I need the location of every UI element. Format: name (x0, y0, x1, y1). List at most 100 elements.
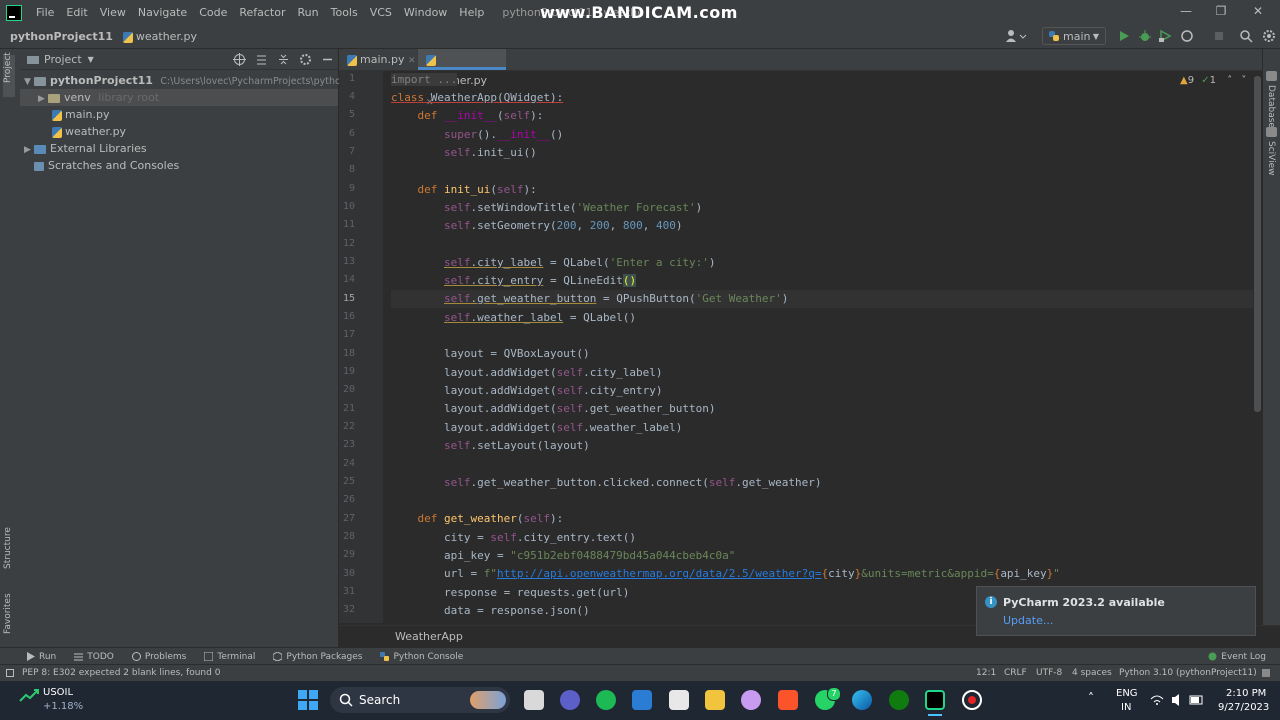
menu-vcs[interactable]: VCS (364, 6, 398, 19)
menu-view[interactable]: View (94, 6, 132, 19)
input-language[interactable]: ENG (1116, 688, 1138, 699)
windows-start-icon[interactable] (298, 690, 318, 710)
run-tool-button[interactable]: Run (26, 652, 56, 662)
event-log-tool-button[interactable]: Event Log (1208, 652, 1266, 662)
problems-tool-button[interactable]: Problems (131, 652, 186, 662)
settings-gear-icon[interactable] (1262, 29, 1276, 43)
xbox-icon[interactable] (889, 690, 909, 710)
bandicam-record-icon[interactable] (962, 690, 982, 710)
update-link[interactable]: Update... (1003, 614, 1053, 627)
menu-refactor[interactable]: Refactor (233, 6, 291, 19)
stock-ticker[interactable]: USOIL (43, 687, 73, 698)
structure-tool-label[interactable]: Structure (3, 527, 13, 569)
tree-item-scratches[interactable]: Scratches and Consoles (20, 157, 338, 174)
debug-icon[interactable] (1138, 29, 1152, 43)
caret-position[interactable]: 12:1 (976, 665, 996, 681)
tree-item-venv[interactable]: ▶ venv library root (20, 89, 338, 106)
menu-run[interactable]: Run (292, 6, 325, 19)
line-number-gutter: 1 4 5 6 7 8 9 10 11 12 13 14 15 16 17 18… (339, 71, 383, 623)
locate-icon[interactable] (233, 52, 246, 66)
line-number: 19 (342, 366, 355, 377)
hide-panel-icon[interactable] (321, 53, 334, 66)
menu-navigate[interactable]: Navigate (132, 6, 193, 19)
tree-item-main-py[interactable]: main.py (20, 106, 338, 123)
chevron-down-icon[interactable]: ˅ (1241, 75, 1246, 86)
minimize-button[interactable]: — (1176, 4, 1196, 20)
tree-item-project-root[interactable]: ▼ pythonProject11 C:\Users\lovec\PycharmP… (20, 72, 376, 89)
breadcrumb-class[interactable]: WeatherApp (395, 630, 463, 643)
clock-time[interactable]: 2:10 PM (1226, 688, 1266, 699)
terminal-tool-button[interactable]: Terminal (204, 652, 255, 662)
stock-chart-icon[interactable] (18, 687, 42, 705)
tool-label: Run (39, 651, 57, 662)
breadcrumb-file[interactable]: weather.py (117, 30, 197, 43)
editor-scrollbar[interactable] (1254, 76, 1261, 412)
python-console-tool-button[interactable]: Python Console (380, 652, 463, 662)
tab-weather-py[interactable]: weather.py ✕ (418, 49, 506, 108)
menu-window[interactable]: Window (398, 6, 453, 19)
code-line: class WeatherApp(QWidget): (391, 91, 564, 104)
folded-imports[interactable]: import ... (391, 73, 458, 86)
todo-icon (74, 653, 84, 661)
sciview-tool-label[interactable]: SciView (1266, 141, 1276, 176)
breadcrumb-file-label: weather.py (135, 30, 197, 43)
project-tool-label[interactable]: Project (3, 52, 13, 83)
chevron-down-icon[interactable]: ▼ (88, 55, 94, 64)
teams-chat-icon[interactable] (560, 690, 580, 710)
code-line: self.city_entry = QLineEdit() (443, 274, 637, 287)
indent-setting[interactable]: 4 spaces (1072, 665, 1112, 681)
code-line: self.setGeometry(200, 200, 800, 400) (443, 219, 683, 232)
line-separator[interactable]: CRLF (1004, 665, 1027, 681)
menu-tools[interactable]: Tools (325, 6, 364, 19)
branch-selector[interactable]: main ▼ (1042, 27, 1106, 45)
brave-browser-icon[interactable] (778, 690, 798, 710)
chevron-up-icon[interactable]: ˄ (1227, 75, 1232, 86)
favorites-tool-label[interactable]: Favorites (3, 593, 13, 634)
expand-all-icon[interactable] (255, 53, 268, 66)
spotify-icon[interactable] (596, 690, 616, 710)
close-button[interactable]: ✕ (1248, 4, 1268, 20)
stop-icon[interactable] (1212, 29, 1226, 43)
mail-icon[interactable] (632, 690, 652, 710)
pycharm-taskbar-icon[interactable] (925, 690, 945, 710)
menu-code[interactable]: Code (193, 6, 233, 19)
project-view-selector[interactable]: Project (44, 53, 82, 66)
edge-browser-icon[interactable] (852, 690, 872, 710)
run-icon[interactable] (1117, 29, 1131, 43)
collapse-all-icon[interactable] (277, 53, 290, 66)
gear-icon[interactable] (299, 53, 312, 66)
code-line: def init_ui(self): (417, 183, 537, 196)
tree-item-external-libraries[interactable]: ▶ External Libraries (20, 140, 338, 157)
menu-file[interactable]: File (30, 6, 60, 19)
code-editor[interactable]: import ... class WeatherApp(QWidget): de… (391, 71, 1251, 623)
menu-help[interactable]: Help (453, 6, 490, 19)
app-icon[interactable] (741, 690, 761, 710)
microsoft-store-icon[interactable] (669, 690, 689, 710)
event-log-icon (1208, 652, 1217, 661)
chevron-down-icon: ▼ (1092, 32, 1099, 41)
python-packages-tool-button[interactable]: Python Packages (273, 652, 362, 662)
python-interpreter[interactable]: Python 3.10 (pythonProject11) (1119, 665, 1257, 681)
file-encoding[interactable]: UTF-8 (1036, 665, 1062, 681)
todo-tool-button[interactable]: TODO (74, 652, 114, 662)
user-icon[interactable] (1005, 29, 1027, 43)
line-number: 16 (342, 311, 355, 322)
lock-icon[interactable] (1262, 669, 1270, 677)
chevron-up-icon[interactable]: ˄ (1088, 691, 1094, 705)
file-explorer-icon[interactable] (705, 690, 725, 710)
line-number: 28 (342, 531, 355, 542)
system-tray-icons[interactable] (1150, 693, 1206, 707)
inspection-widget[interactable]: ▲9 ✓1 ˄ ˅ (1180, 75, 1246, 86)
taskbar-search-box[interactable]: Search (330, 687, 510, 713)
database-tool-label[interactable]: Database (1266, 85, 1276, 128)
menu-edit[interactable]: Edit (60, 6, 93, 19)
profile-icon[interactable] (1180, 29, 1194, 43)
breadcrumb-project[interactable]: pythonProject11 (0, 30, 117, 43)
coverage-icon[interactable] (1158, 29, 1172, 43)
task-view-icon[interactable] (524, 690, 544, 710)
toggle-tool-windows-icon[interactable] (6, 669, 14, 677)
close-tab-icon[interactable]: ✕ (408, 56, 416, 66)
tree-item-weather-py[interactable]: weather.py (20, 123, 338, 140)
search-icon[interactable] (1239, 29, 1253, 43)
maximize-button[interactable]: ❐ (1211, 4, 1231, 20)
